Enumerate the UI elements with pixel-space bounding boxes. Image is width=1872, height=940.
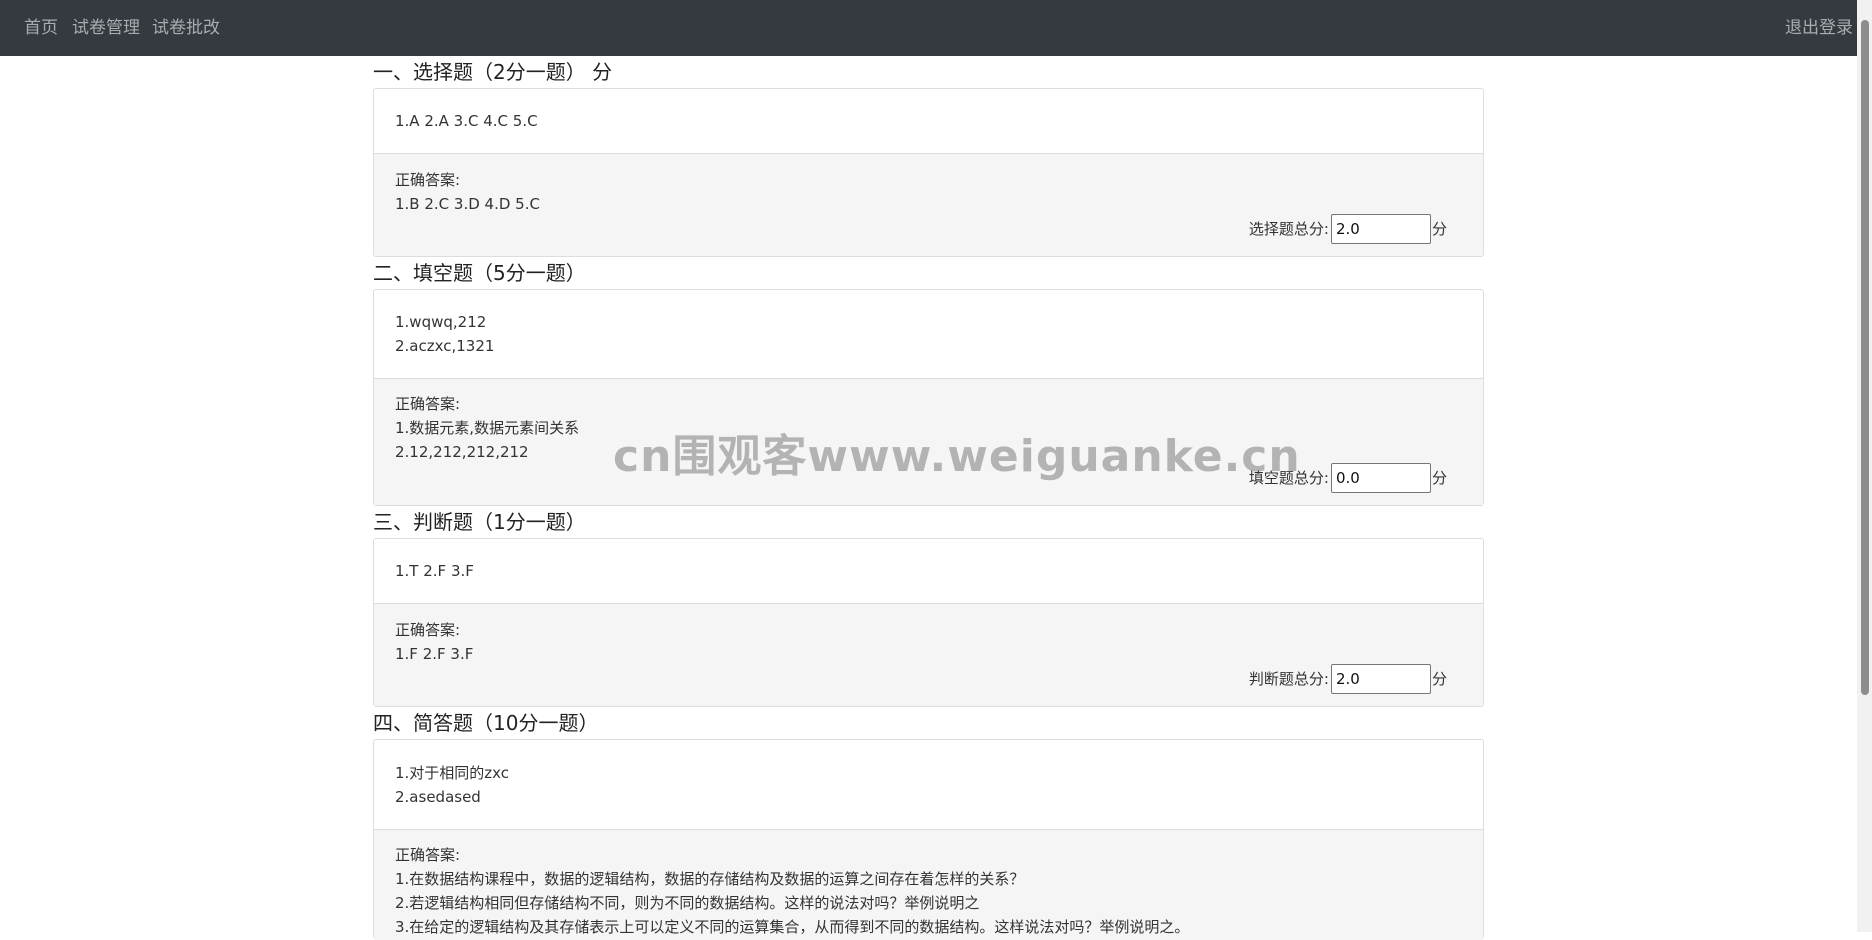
score-label: 判断题总分: bbox=[1248, 670, 1329, 688]
correct-answer-line: 1.B 2.C 3.D 4.D 5.C bbox=[395, 195, 540, 213]
score-row-choice: 选择题总分: 分 bbox=[1249, 214, 1447, 244]
fill-score-input[interactable] bbox=[1330, 463, 1431, 493]
correct-answer-box: 正确答案: 1.在数据结构课程中，数据的逻辑结构，数据的存储结构及数据的运算之间… bbox=[374, 830, 1483, 940]
section-title-choice: 一、选择题（2分一题） 分 bbox=[373, 60, 613, 84]
score-unit: 分 bbox=[1431, 670, 1447, 688]
correct-answer-label: 正确答案: bbox=[395, 846, 461, 864]
vertical-scrollbar[interactable] bbox=[1857, 0, 1872, 932]
nav-exam-grade-link[interactable]: 试卷批改 bbox=[152, 0, 220, 56]
score-unit: 分 bbox=[1431, 469, 1447, 487]
choice-score-input[interactable] bbox=[1330, 214, 1431, 244]
judge-score-input[interactable] bbox=[1330, 664, 1431, 694]
correct-answer-label: 正确答案: bbox=[395, 621, 461, 639]
score-label: 选择题总分: bbox=[1248, 220, 1329, 238]
student-answer-box: 1.T 2.F 3.F bbox=[374, 539, 1483, 604]
student-answer-box: 1.wqwq,212 2.aczxc,1321 bbox=[374, 290, 1483, 379]
correct-answer-line: 1.F 2.F 3.F bbox=[395, 645, 474, 663]
panel-judge: 1.T 2.F 3.F 正确答案: 1.F 2.F 3.F 判断题总分: 分 bbox=[373, 538, 1484, 707]
student-answer-line: 1.T 2.F 3.F bbox=[395, 562, 474, 580]
correct-answer-line: 2.12,212,212,212 bbox=[395, 443, 529, 461]
student-answer-line: 1.wqwq,212 bbox=[395, 313, 487, 331]
panel-fill: 1.wqwq,212 2.aczxc,1321 正确答案: 1.数据元素,数据元… bbox=[373, 289, 1484, 506]
panel-short-answer: 1.对于相同的zxc 2.asedased 正确答案: 1.在数据结构课程中，数… bbox=[373, 739, 1484, 940]
correct-answer-box: 正确答案: 1.B 2.C 3.D 4.D 5.C 选择题总分: 分 bbox=[374, 154, 1483, 256]
correct-answer-label: 正确答案: bbox=[395, 171, 461, 189]
student-answer-line: 2.aczxc,1321 bbox=[395, 337, 495, 355]
section-title-fill: 二、填空题（5分一题） bbox=[373, 261, 586, 285]
correct-answer-line: 3.在给定的逻辑结构及其存储表示上可以定义不同的运算集合，从而得到不同的数据结构… bbox=[395, 918, 1190, 936]
section-title-judge: 三、判断题（1分一题） bbox=[373, 510, 586, 534]
section-title-short-answer: 四、简答题（10分一题） bbox=[373, 711, 599, 735]
score-unit: 分 bbox=[1431, 220, 1447, 238]
correct-answer-box: 正确答案: 1.F 2.F 3.F 判断题总分: 分 bbox=[374, 604, 1483, 706]
logout-link[interactable]: 退出登录 bbox=[1785, 0, 1853, 56]
score-row-judge: 判断题总分: 分 bbox=[1249, 664, 1447, 694]
correct-answer-box: 正确答案: 1.数据元素,数据元素间关系 2.12,212,212,212 填空… bbox=[374, 379, 1483, 505]
nav-exam-manage-link[interactable]: 试卷管理 bbox=[72, 0, 140, 56]
nav-home-link[interactable]: 首页 bbox=[24, 0, 58, 56]
score-row-fill: 填空题总分: 分 bbox=[1249, 463, 1447, 493]
student-answer-line: 1.对于相同的zxc bbox=[395, 764, 510, 782]
scrollbar-thumb[interactable] bbox=[1861, 20, 1869, 695]
score-label: 填空题总分: bbox=[1248, 469, 1329, 487]
student-answer-line: 1.A 2.A 3.C 4.C 5.C bbox=[395, 112, 538, 130]
correct-answer-line: 1.在数据结构课程中，数据的逻辑结构，数据的存储结构及数据的运算之间存在着怎样的… bbox=[395, 870, 1025, 888]
student-answer-box: 1.对于相同的zxc 2.asedased bbox=[374, 740, 1483, 830]
student-answer-box: 1.A 2.A 3.C 4.C 5.C bbox=[374, 89, 1483, 154]
panel-choice: 1.A 2.A 3.C 4.C 5.C 正确答案: 1.B 2.C 3.D 4.… bbox=[373, 88, 1484, 257]
top-navbar: 首页 试卷管理 试卷批改 退出登录 bbox=[0, 0, 1872, 56]
student-answer-line: 2.asedased bbox=[395, 788, 481, 806]
correct-answer-line: 2.若逻辑结构相同但存储结构不同，则为不同的数据结构。这样的说法对吗？举例说明之 bbox=[395, 894, 980, 912]
correct-answer-label: 正确答案: bbox=[395, 395, 461, 413]
correct-answer-line: 1.数据元素,数据元素间关系 bbox=[395, 419, 580, 437]
